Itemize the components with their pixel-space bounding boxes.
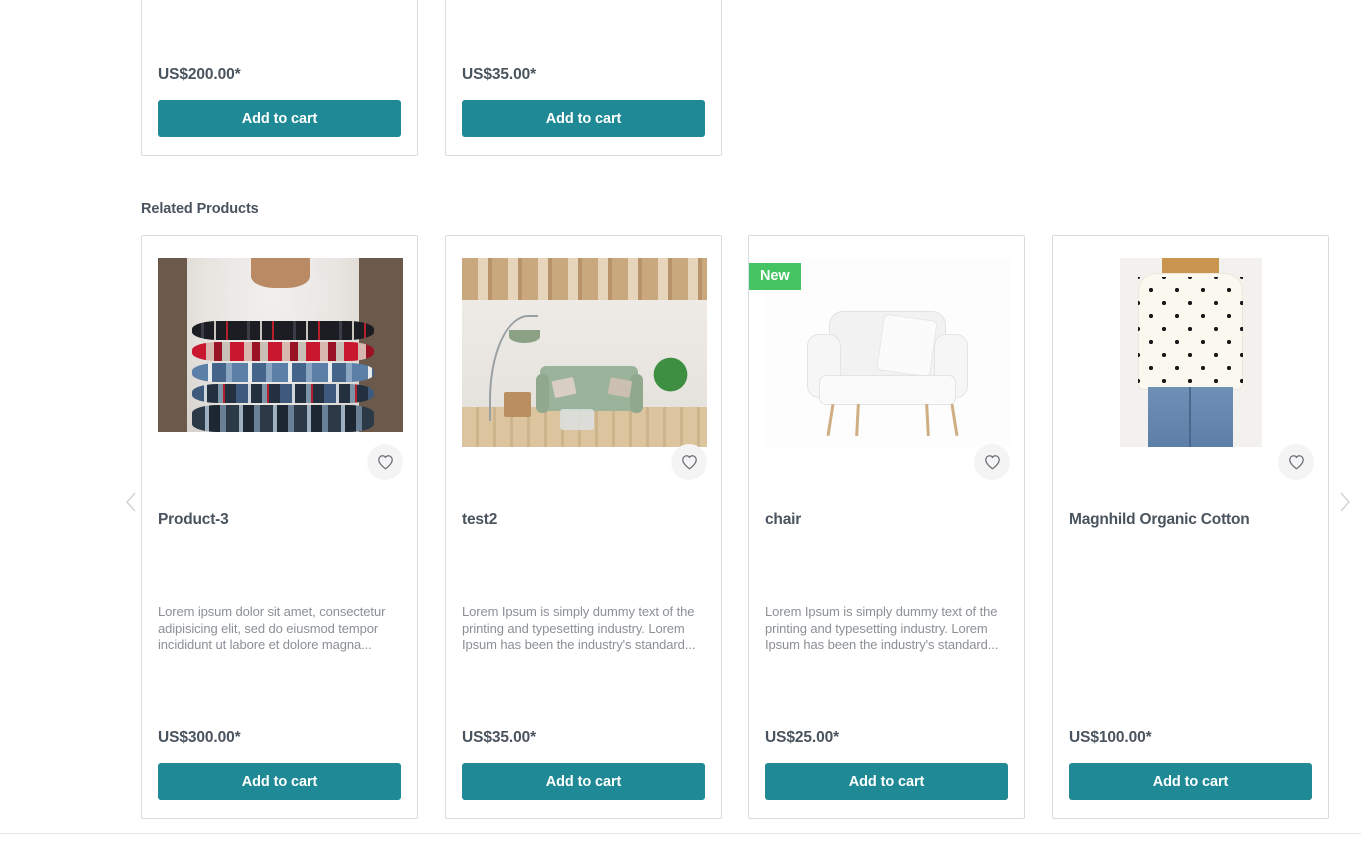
card-media-placeholder [142,0,417,66]
product-price: US$25.00* [765,729,840,746]
image-layer [818,375,957,406]
product-card[interactable]: US$35.00* Add to cart [445,0,722,156]
image-layer [192,320,374,340]
chevron-right-icon [1338,490,1352,514]
product-description: Lorem Ipsum is simply dummy text of the … [765,604,999,652]
product-price: US$35.00* [462,66,537,83]
heart-icon [377,454,394,470]
product-image [1119,258,1262,447]
image-layer [192,341,374,361]
product-media[interactable] [1053,236,1328,487]
add-to-cart-button[interactable]: Add to cart [158,100,401,137]
wishlist-button[interactable] [1278,444,1314,480]
product-title[interactable]: Product-3 [142,511,417,533]
wishlist-button[interactable] [974,444,1010,480]
image-layer [854,403,860,436]
image-layer [192,320,374,432]
card-spacer [446,654,721,729]
heart-icon [984,454,1001,470]
product-image [158,258,403,432]
product-listing-page: US$200.00* Add to cart US$35.00* Add to … [0,0,1361,842]
product-title[interactable]: Magnhild Organic Cotton [1053,511,1328,533]
product-media[interactable] [446,236,721,487]
image-layer [950,403,959,436]
image-layer [876,313,938,377]
related-products-heading: Related Products [141,201,259,217]
product-image [462,258,707,447]
image-layer [826,403,835,436]
image-layer [192,405,374,432]
image-layer [192,384,374,404]
add-to-cart-button[interactable]: Add to cart [1069,763,1312,800]
product-image [765,258,1010,447]
related-product-card[interactable]: New chair Lorem Ipsum is simply dummy te… [748,235,1025,819]
status-badge: New [749,263,801,290]
footer-divider [0,833,1361,834]
related-products-carousel: Product-3 Lorem ipsum dolor sit amet, co… [0,235,1361,819]
related-product-card[interactable]: Product-3 Lorem ipsum dolor sit amet, co… [141,235,418,819]
product-description [1053,604,1328,654]
card-spacer [749,654,1024,729]
heart-icon [681,454,698,470]
image-layer [607,377,633,398]
product-media[interactable]: New [749,236,1024,487]
image-layer [650,356,690,410]
product-description: Lorem ipsum dolor sit amet, consectetur … [158,604,386,652]
image-layer [560,409,595,430]
product-price: US$35.00* [462,729,537,746]
heart-icon [1288,454,1305,470]
add-to-cart-button[interactable]: Add to cart [462,100,705,137]
chevron-left-icon [124,490,138,514]
add-to-cart-button[interactable]: Add to cart [462,763,705,800]
product-card[interactable]: US$200.00* Add to cart [141,0,418,156]
image-layer [1189,386,1192,447]
related-product-card[interactable]: Magnhild Organic Cotton US$100.00* Add t… [1052,235,1329,819]
product-price: US$200.00* [158,66,241,83]
image-layer [1137,276,1244,387]
add-to-cart-button[interactable]: Add to cart [158,763,401,800]
image-layer [508,329,541,344]
image-layer [925,403,930,436]
card-spacer [142,654,417,729]
card-media-placeholder [446,0,721,66]
image-layer [462,258,707,300]
product-media[interactable] [142,236,417,487]
carousel-next-button[interactable] [1332,487,1358,517]
image-layer [251,258,310,288]
image-layer [503,392,531,417]
product-price: US$300.00* [158,729,241,746]
card-spacer [1053,654,1328,729]
wishlist-button[interactable] [367,444,403,480]
image-layer [192,362,374,382]
product-title[interactable]: test2 [446,511,721,533]
related-product-card[interactable]: test2 Lorem Ipsum is simply dummy text o… [445,235,722,819]
product-title[interactable]: chair [749,511,1024,533]
product-price: US$100.00* [1069,729,1152,746]
add-to-cart-button[interactable]: Add to cart [765,763,1008,800]
wishlist-button[interactable] [671,444,707,480]
product-description: Lorem Ipsum is simply dummy text of the … [462,604,696,652]
